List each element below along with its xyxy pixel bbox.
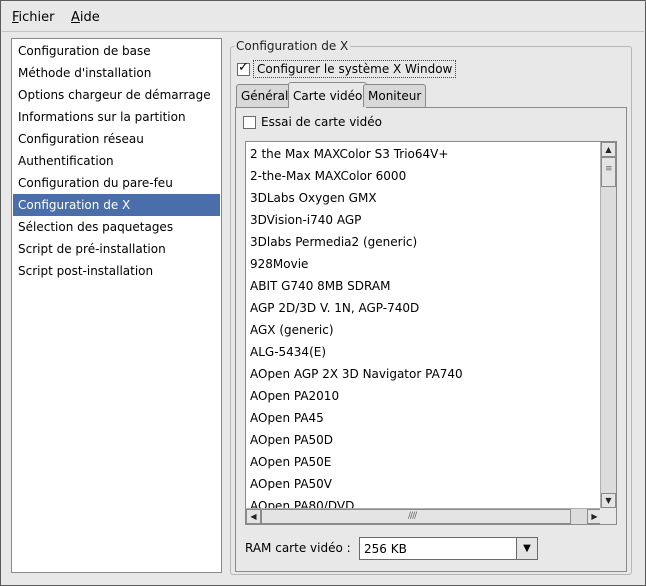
grip-icon: //// bbox=[408, 511, 417, 521]
vertical-scroll-thumb[interactable]: ≡ bbox=[601, 157, 616, 187]
video-card-item[interactable]: AOpen PA80/DVD bbox=[246, 495, 602, 508]
section-item-authentification[interactable]: Authentification bbox=[13, 150, 220, 172]
video-card-item[interactable]: 2-the-Max MAXColor 6000 bbox=[246, 165, 602, 187]
video-card-item[interactable]: AOpen PA50E bbox=[246, 451, 602, 473]
video-card-viewport: 2 the Max MAXColor S3 Trio64V+ 2-the-Max… bbox=[246, 142, 602, 508]
horizontal-scroll-thumb[interactable]: //// bbox=[261, 509, 571, 524]
section-item-pare-feu[interactable]: Configuration du pare-feu bbox=[13, 172, 220, 194]
section-item-script-pre-installation[interactable]: Script de pré-installation bbox=[13, 238, 220, 260]
video-card-item[interactable]: AGP 2D/3D V. 1N, AGP-740D bbox=[246, 297, 602, 319]
section-list: Configuration de base Méthode d'installa… bbox=[11, 38, 222, 573]
configure-x-row[interactable]: ✓ Configurer le système X Window bbox=[237, 59, 457, 78]
menu-aide-mnemonic: A bbox=[71, 10, 80, 25]
probe-video-label: Essai de carte vidéo bbox=[261, 115, 382, 129]
ram-select-value: 256 KB bbox=[364, 542, 407, 556]
video-card-item[interactable]: AOpen AGP 2X 3D Navigator PA740 bbox=[246, 363, 602, 385]
vertical-scrollbar[interactable]: ▲ ≡ ▼ bbox=[600, 142, 616, 508]
menu-bar: Fichier Aide bbox=[2, 2, 644, 32]
scroll-up-icon[interactable]: ▲ bbox=[601, 142, 616, 157]
video-card-item[interactable]: 928Movie bbox=[246, 253, 602, 275]
section-item-informations-partition[interactable]: Informations sur la partition bbox=[13, 106, 220, 128]
section-item-configuration-reseau[interactable]: Configuration réseau bbox=[13, 128, 220, 150]
video-card-item[interactable]: ABIT G740 8MB SDRAM bbox=[246, 275, 602, 297]
video-card-item[interactable]: AOpen PA2010 bbox=[246, 385, 602, 407]
menu-fichier[interactable]: Fichier bbox=[12, 10, 55, 25]
scrollbar-corner bbox=[600, 508, 616, 524]
video-card-item[interactable]: AOpen PA45 bbox=[246, 407, 602, 429]
configure-x-checkbox[interactable]: ✓ bbox=[237, 59, 250, 76]
checkmark-icon: ✓ bbox=[238, 59, 249, 75]
ram-label: RAM carte vidéo : bbox=[245, 541, 351, 555]
menu-aide[interactable]: Aide bbox=[71, 10, 100, 25]
section-item-configuration-de-base[interactable]: Configuration de base bbox=[13, 40, 220, 62]
tab-general[interactable]: Général bbox=[236, 84, 294, 107]
configure-x-label: Configurer le système X Window bbox=[253, 60, 457, 78]
section-item-configuration-x[interactable]: Configuration de X bbox=[13, 194, 220, 216]
video-card-item[interactable]: 2 the Max MAXColor S3 Trio64V+ bbox=[246, 143, 602, 165]
video-card-item[interactable]: ALG-5434(E) bbox=[246, 341, 602, 363]
tab-moniteur[interactable]: Moniteur bbox=[363, 84, 427, 107]
probe-video-checkbox[interactable] bbox=[243, 115, 256, 129]
menu-fichier-label: ichier bbox=[18, 10, 55, 25]
tab-carte-video[interactable]: Carte vidéo bbox=[288, 82, 368, 108]
menu-aide-label: ide bbox=[79, 10, 100, 25]
section-item-options-chargeur[interactable]: Options chargeur de démarrage bbox=[13, 84, 220, 106]
video-card-item[interactable]: AGX (generic) bbox=[246, 319, 602, 341]
section-item-script-post-installation[interactable]: Script post-installation bbox=[13, 260, 220, 282]
scroll-down-icon[interactable]: ▼ bbox=[601, 493, 616, 508]
section-item-methode-installation[interactable]: Méthode d'installation bbox=[13, 62, 220, 84]
scroll-left-icon[interactable]: ◀ bbox=[246, 509, 261, 524]
application-window: Fichier Aide Configuration de base Métho… bbox=[0, 0, 646, 586]
frame-title: Configuration de X bbox=[234, 39, 351, 53]
video-card-item[interactable]: AOpen PA50V bbox=[246, 473, 602, 495]
video-card-item[interactable]: AOpen PA50D bbox=[246, 429, 602, 451]
video-card-item[interactable]: 3Dlabs Permedia2 (generic) bbox=[246, 231, 602, 253]
video-card-list: 2 the Max MAXColor S3 Trio64V+ 2-the-Max… bbox=[245, 141, 617, 525]
video-card-item[interactable]: 3DLabs Oxygen GMX bbox=[246, 187, 602, 209]
horizontal-scrollbar[interactable]: ◀ //// ▶ bbox=[246, 508, 602, 524]
video-card-item[interactable]: 3DVision-i740 AGP bbox=[246, 209, 602, 231]
probe-video-row[interactable]: Essai de carte vidéo bbox=[243, 115, 382, 129]
section-item-selection-paquetages[interactable]: Sélection des paquetages bbox=[13, 216, 220, 238]
chevron-down-icon[interactable]: ▼ bbox=[516, 538, 537, 559]
grip-icon: ≡ bbox=[605, 164, 612, 174]
ram-select[interactable]: 256 KB ▼ bbox=[359, 537, 538, 560]
